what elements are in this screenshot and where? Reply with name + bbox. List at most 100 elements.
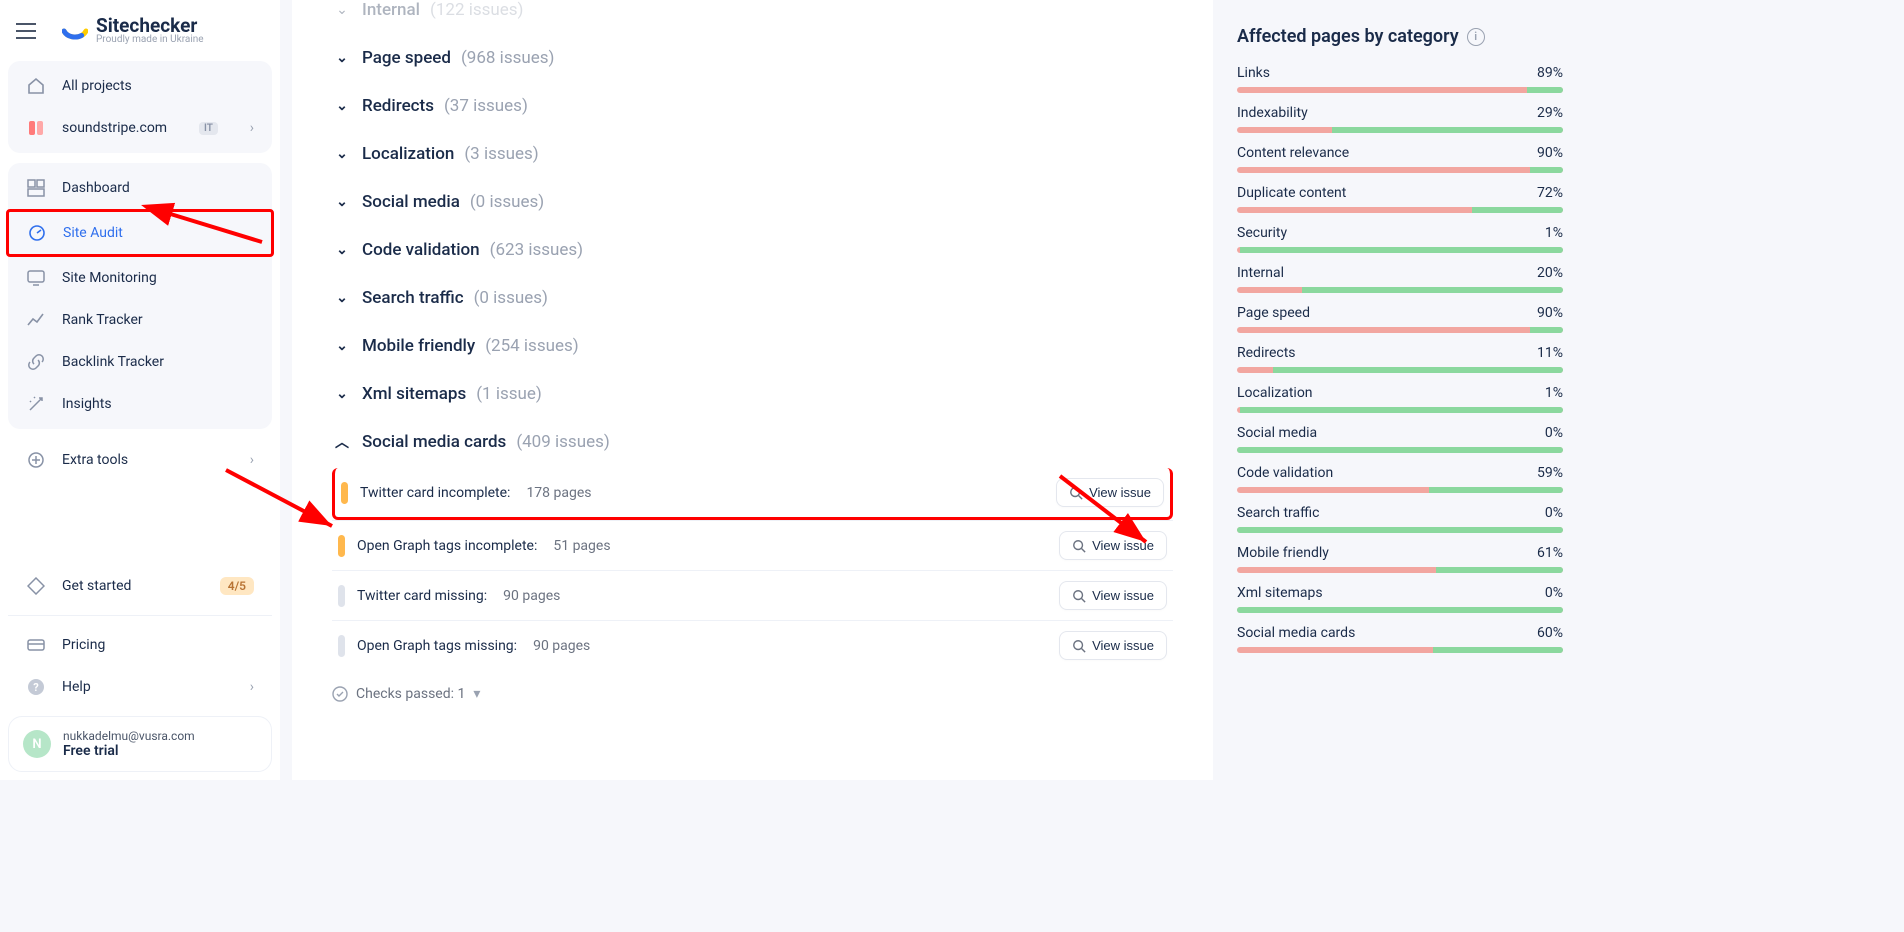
view-issue-button[interactable]: View issue (1056, 478, 1164, 507)
category-bar (1237, 247, 1563, 253)
nav-insights[interactable]: Insights (8, 383, 272, 425)
issue-row[interactable]: Open Graph tags missing: 90 pages View i… (332, 620, 1173, 670)
chevron-down-icon: ⌄ (332, 144, 352, 164)
category-row[interactable]: Search traffic 0% (1237, 505, 1563, 533)
view-issue-button[interactable]: View issue (1059, 531, 1167, 560)
issue-group-xml-sitemaps[interactable]: ⌄Xml sitemaps (1 issue) (332, 370, 1173, 418)
nav-site-audit[interactable]: Site Audit (6, 209, 274, 257)
main-area: ⌄Internal (122 issues)⌄Page speed (968 i… (280, 0, 1587, 780)
category-percent: 0% (1545, 585, 1563, 601)
category-percent: 0% (1545, 505, 1563, 521)
issue-group-page-speed[interactable]: ⌄Page speed (968 issues) (332, 34, 1173, 82)
info-icon[interactable]: i (1467, 28, 1485, 46)
category-row[interactable]: Social media cards 60% (1237, 625, 1563, 653)
category-row[interactable]: Internal 20% (1237, 265, 1563, 293)
brand-logo[interactable]: Sitechecker Proudly made in Ukraine (50, 16, 204, 45)
nav-dashboard-label: Dashboard (62, 180, 130, 196)
sidebar: Sitechecker Proudly made in Ukraine All … (0, 0, 280, 780)
monitor-icon (26, 268, 46, 288)
wand-icon (26, 394, 46, 414)
category-name: Redirects (1237, 345, 1296, 361)
view-issue-button[interactable]: View issue (1059, 631, 1167, 660)
pricing-link[interactable]: Pricing (8, 624, 272, 666)
diamond-icon (26, 576, 46, 596)
category-row[interactable]: Content relevance 90% (1237, 145, 1563, 173)
category-percent: 72% (1537, 185, 1563, 201)
help-link[interactable]: ? Help › (8, 666, 272, 708)
issue-row[interactable]: Twitter card missing: 90 pages View issu… (332, 570, 1173, 620)
search-icon (1069, 486, 1083, 500)
category-bar (1237, 527, 1563, 533)
chevron-down-icon: ⌄ (332, 288, 352, 308)
get-started-progress: 4/5 (220, 577, 254, 595)
category-row[interactable]: Duplicate content 72% (1237, 185, 1563, 213)
issue-group-social-media-cards[interactable]: ︿Social media cards (409 issues) (332, 418, 1173, 466)
category-name: Social media cards (1237, 625, 1355, 641)
category-bar (1237, 607, 1563, 613)
issue-row[interactable]: Open Graph tags incomplete: 51 pages Vie… (332, 520, 1173, 570)
chevron-down-icon: ⌄ (332, 336, 352, 356)
issue-pages: 90 pages (503, 588, 560, 604)
issue-group-redirects[interactable]: ⌄Redirects (37 issues) (332, 82, 1173, 130)
issue-row[interactable]: Twitter card incomplete: 178 pages View … (332, 468, 1173, 520)
chevron-down-icon: ⌄ (332, 0, 352, 20)
panel-title: Affected pages by category (1237, 26, 1459, 47)
category-name: Internal (1237, 265, 1284, 281)
category-bar (1237, 87, 1563, 93)
category-percent: 1% (1545, 225, 1563, 241)
avatar: N (23, 730, 51, 758)
category-percent: 59% (1537, 465, 1563, 481)
category-bar (1237, 487, 1563, 493)
all-projects-link[interactable]: All projects (8, 65, 272, 107)
category-name: Code validation (1237, 465, 1333, 481)
issue-group-internal[interactable]: ⌄Internal (122 issues) (332, 0, 1173, 34)
nav-backlink-tracker[interactable]: Backlink Tracker (8, 341, 272, 383)
caret-down-icon: ▾ (473, 686, 480, 702)
extra-tools-link[interactable]: Extra tools › (8, 439, 272, 481)
get-started-link[interactable]: Get started 4/5 (8, 565, 272, 607)
category-bar (1237, 447, 1563, 453)
chevron-down-icon: ⌄ (332, 384, 352, 404)
chevron-right-icon: › (250, 679, 254, 695)
category-percent: 61% (1537, 545, 1563, 561)
hamburger-button[interactable] (14, 19, 38, 43)
category-row[interactable]: Code validation 59% (1237, 465, 1563, 493)
app-root: Sitechecker Proudly made in Ukraine All … (0, 0, 1587, 780)
category-row[interactable]: Indexability 29% (1237, 105, 1563, 133)
category-row[interactable]: Social media 0% (1237, 425, 1563, 453)
svg-text:?: ? (33, 681, 39, 694)
panel-title-row: Affected pages by category i (1237, 26, 1563, 47)
right-panel: Affected pages by category i Links 89% I… (1237, 0, 1587, 780)
issue-group-social-media[interactable]: ⌄Social media (0 issues) (332, 178, 1173, 226)
nav-rank-tracker[interactable]: Rank Tracker (8, 299, 272, 341)
nav-section: Dashboard Site Audit Site Monitoring Ran… (8, 163, 272, 429)
issue-group-search-traffic[interactable]: ⌄Search traffic (0 issues) (332, 274, 1173, 322)
category-row[interactable]: Links 89% (1237, 65, 1563, 93)
category-row[interactable]: Security 1% (1237, 225, 1563, 253)
category-row[interactable]: Redirects 11% (1237, 345, 1563, 373)
category-percent: 11% (1537, 345, 1563, 361)
user-card[interactable]: N nukkadelmu@vusra.com Free trial (8, 716, 272, 772)
nav-dashboard[interactable]: Dashboard (8, 167, 272, 209)
issue-group-mobile-friendly[interactable]: ⌄Mobile friendly (254 issues) (332, 322, 1173, 370)
link-icon (26, 352, 46, 372)
category-row[interactable]: Page speed 90% (1237, 305, 1563, 333)
category-bar (1237, 207, 1563, 213)
chart-icon (26, 310, 46, 330)
issue-pages: 178 pages (526, 485, 591, 501)
project-selector[interactable]: soundstripe.com IT › (8, 107, 272, 149)
category-row[interactable]: Localization 1% (1237, 385, 1563, 413)
severity-indicator (338, 535, 345, 557)
view-issue-button[interactable]: View issue (1059, 581, 1167, 610)
category-row[interactable]: Mobile friendly 61% (1237, 545, 1563, 573)
issue-title: Open Graph tags missing: (357, 638, 517, 654)
projects-section: All projects soundstripe.com IT › (8, 61, 272, 153)
card-icon (26, 635, 46, 655)
checks-passed-row[interactable]: Checks passed: 1 ▾ (332, 670, 1173, 702)
user-email: nukkadelmu@vusra.com (63, 729, 195, 743)
issue-group-localization[interactable]: ⌄Localization (3 issues) (332, 130, 1173, 178)
issue-group-code-validation[interactable]: ⌄Code validation (623 issues) (332, 226, 1173, 274)
nav-site-monitoring[interactable]: Site Monitoring (8, 257, 272, 299)
hamburger-icon (16, 23, 36, 39)
category-row[interactable]: Xml sitemaps 0% (1237, 585, 1563, 613)
